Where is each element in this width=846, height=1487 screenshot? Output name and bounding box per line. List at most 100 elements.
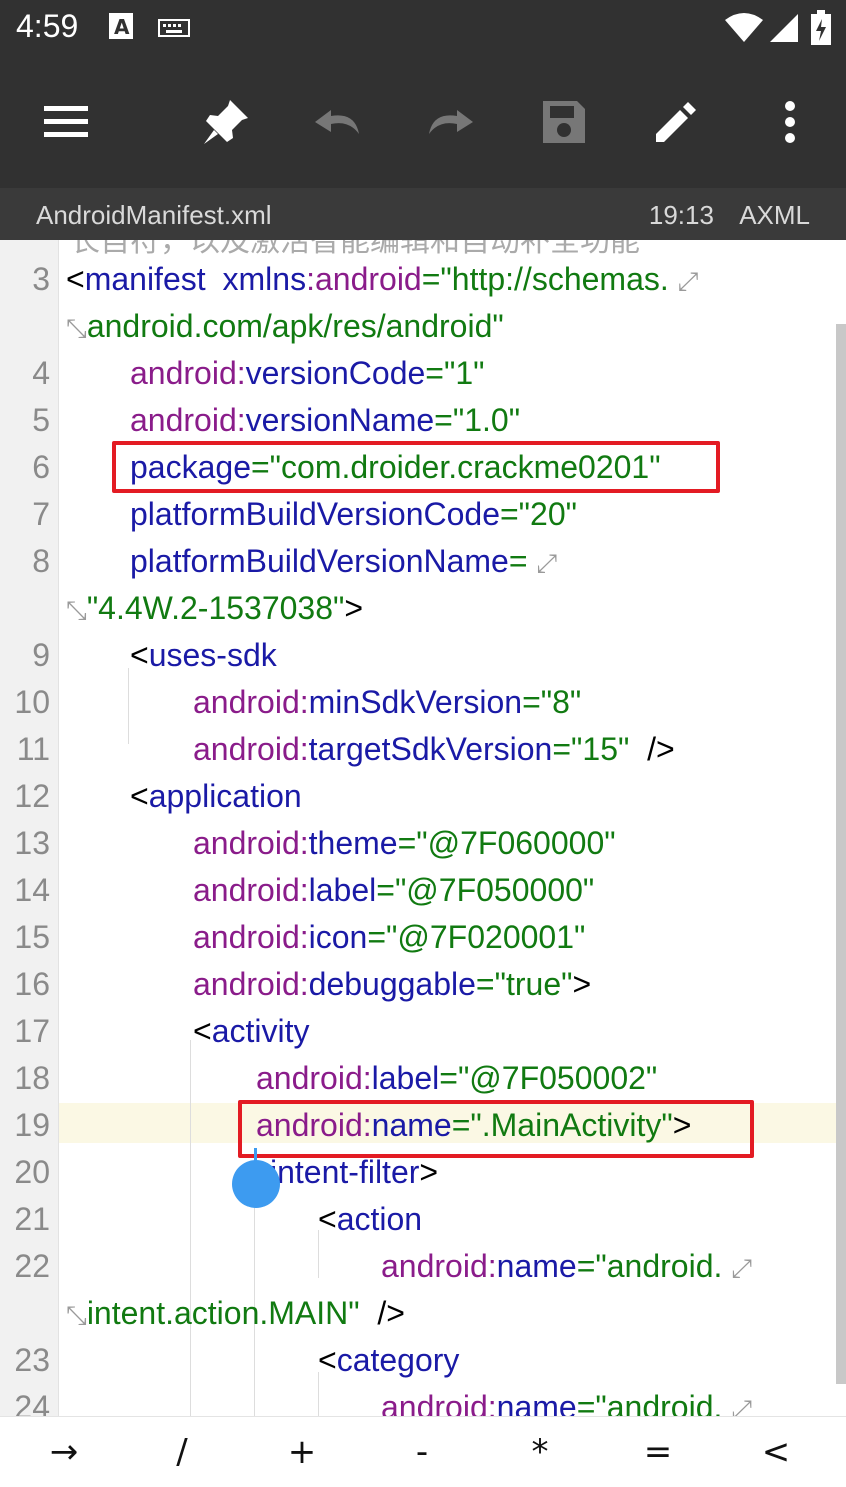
code-line[interactable]: 23 <category <box>0 1337 846 1384</box>
menu-icon[interactable] <box>34 90 98 154</box>
punct: < <box>66 261 85 297</box>
attr-value: "@7F020001" <box>386 919 586 955</box>
attr-value: intent.action.MAIN" <box>86 1295 360 1331</box>
punct: < <box>318 1201 337 1237</box>
tag-name: activity <box>211 1013 310 1049</box>
code-line[interactable]: 17 <activity <box>0 1008 846 1055</box>
equals: = <box>508 543 528 579</box>
edit-icon[interactable] <box>644 90 708 154</box>
attr-name: versionCode <box>245 355 426 391</box>
key-slash[interactable]: / <box>142 1425 222 1479</box>
ns-name: android <box>130 355 237 391</box>
attr-value: "@7F050002" <box>457 1060 658 1096</box>
code-line[interactable]: 7 platformBuildVersionCode="20" <box>0 491 846 538</box>
code-line[interactable]: 18 android:label="@7F050002" <box>0 1055 846 1102</box>
attr-value: android.com/apk/res/android" <box>86 308 504 344</box>
code-line-wrap[interactable]: ⤡"4.4W.2-1537038"> <box>0 585 846 632</box>
colon: : <box>299 919 309 955</box>
key-plus[interactable]: + <box>262 1425 342 1479</box>
code-line[interactable]: 13 android:theme="@7F060000" <box>0 820 846 867</box>
code-line[interactable]: 8 platformBuildVersionName= ⤢ <box>0 538 846 585</box>
text-a-icon: A <box>108 12 136 47</box>
tag-name: action <box>336 1201 423 1237</box>
line-number: 22 <box>14 1248 50 1284</box>
key-tab-arrow[interactable]: → <box>24 1425 104 1479</box>
attr-value: "true" <box>494 966 573 1002</box>
equals: = <box>367 919 387 955</box>
colon: : <box>362 1060 372 1096</box>
line-number: 7 <box>32 496 50 532</box>
key-less-than[interactable]: < <box>736 1425 816 1479</box>
attr-value: "android. <box>595 1248 723 1284</box>
equals: = <box>421 261 441 297</box>
code-line[interactable]: 21 <action <box>0 1196 846 1243</box>
undo-icon[interactable] <box>306 90 370 154</box>
punct: < <box>130 778 149 814</box>
line-number: 5 <box>32 402 50 438</box>
code-line[interactable]: 5 android:versionName="1.0" <box>0 397 846 444</box>
code-line[interactable]: 15 android:icon="@7F020001" <box>0 914 846 961</box>
equals: = <box>425 355 444 391</box>
line-number: 13 <box>14 825 50 861</box>
ns-name: android <box>193 966 300 1002</box>
mainactivity-annotation-box <box>238 1100 754 1158</box>
ns-name: android <box>256 1060 363 1096</box>
cursor-handle[interactable] <box>232 1160 280 1208</box>
ns-name: android <box>314 261 422 297</box>
code-line[interactable]: 16 android:debuggable="true"> <box>0 961 846 1008</box>
punct: > <box>344 590 364 626</box>
line-number: 15 <box>14 919 50 955</box>
redo-icon[interactable] <box>418 90 482 154</box>
save-icon[interactable] <box>532 90 596 154</box>
code-line[interactable]: 11 android:targetSdkVersion="15" /> <box>0 726 846 773</box>
equals: = <box>475 966 495 1002</box>
pin-icon[interactable] <box>194 90 258 154</box>
ns-name: android <box>193 731 300 767</box>
colon: : <box>487 1389 497 1416</box>
line-number: 9 <box>32 637 50 673</box>
punct: < <box>130 637 149 673</box>
equals: = <box>499 496 519 532</box>
key-asterisk[interactable]: * <box>500 1425 580 1479</box>
code-line[interactable]: 24 android:name="android. ⤢ <box>0 1384 846 1416</box>
attr-value: "4.4W.2-1537038" <box>86 590 345 626</box>
code-line-wrap[interactable]: ⤡intent.action.MAIN" /> <box>0 1290 846 1337</box>
line-number: 8 <box>32 543 50 579</box>
scrollbar[interactable] <box>836 324 846 1384</box>
equals: = <box>576 1248 596 1284</box>
more-vert-icon[interactable] <box>758 90 822 154</box>
code-line[interactable]: 3 <manifest xmlns:android="http://schema… <box>0 256 846 303</box>
file-name: AndroidManifest.xml <box>36 200 272 230</box>
ns-name: android <box>193 872 300 908</box>
code-line[interactable]: 9 <uses-sdk <box>0 632 846 679</box>
equals: = <box>522 684 541 720</box>
line-number: 4 <box>32 355 50 391</box>
line-number: 23 <box>14 1342 50 1378</box>
code-editor[interactable]: 长自符，以及激活智能编辑和自动补全功能 3 <manifest xmlns:an… <box>0 240 846 1416</box>
key-minus[interactable]: - <box>382 1425 462 1479</box>
equals: = <box>552 731 572 767</box>
attr-name: platformBuildVersionCode <box>130 496 500 532</box>
attr-name: versionName <box>245 402 435 438</box>
key-equals[interactable]: = <box>618 1425 698 1479</box>
line-number: 3 <box>32 261 50 297</box>
file-meta: 19:13 AXML <box>631 200 810 231</box>
code-line[interactable]: 12 <application <box>0 773 846 820</box>
attr-name: xmlns <box>222 261 307 297</box>
code-line[interactable]: 4 android:versionCode="1" <box>0 350 846 397</box>
code-line[interactable]: 22 android:name="android. ⤢ <box>0 1243 846 1290</box>
attr-value: "1.0" <box>452 402 521 438</box>
line-number: 11 <box>16 731 50 767</box>
code-line[interactable]: 14 android:label="@7F050000" <box>0 867 846 914</box>
wrap-arrow-icon: ⤢ <box>536 548 558 578</box>
tag-name: manifest <box>84 261 206 297</box>
code-line-wrap[interactable]: ⤡android.com/apk/res/android" <box>0 303 846 350</box>
punct: /> <box>359 1295 405 1331</box>
wrap-continue-icon: ⤡ <box>66 595 87 625</box>
attr-name: theme <box>308 825 398 861</box>
attr-name: platformBuildVersionName <box>130 543 509 579</box>
code-line[interactable]: 10 android:minSdkVersion="8" <box>0 679 846 726</box>
tag-name: category <box>336 1342 460 1378</box>
wrap-continue-icon: ⤡ <box>66 313 87 343</box>
equals: = <box>376 872 395 908</box>
